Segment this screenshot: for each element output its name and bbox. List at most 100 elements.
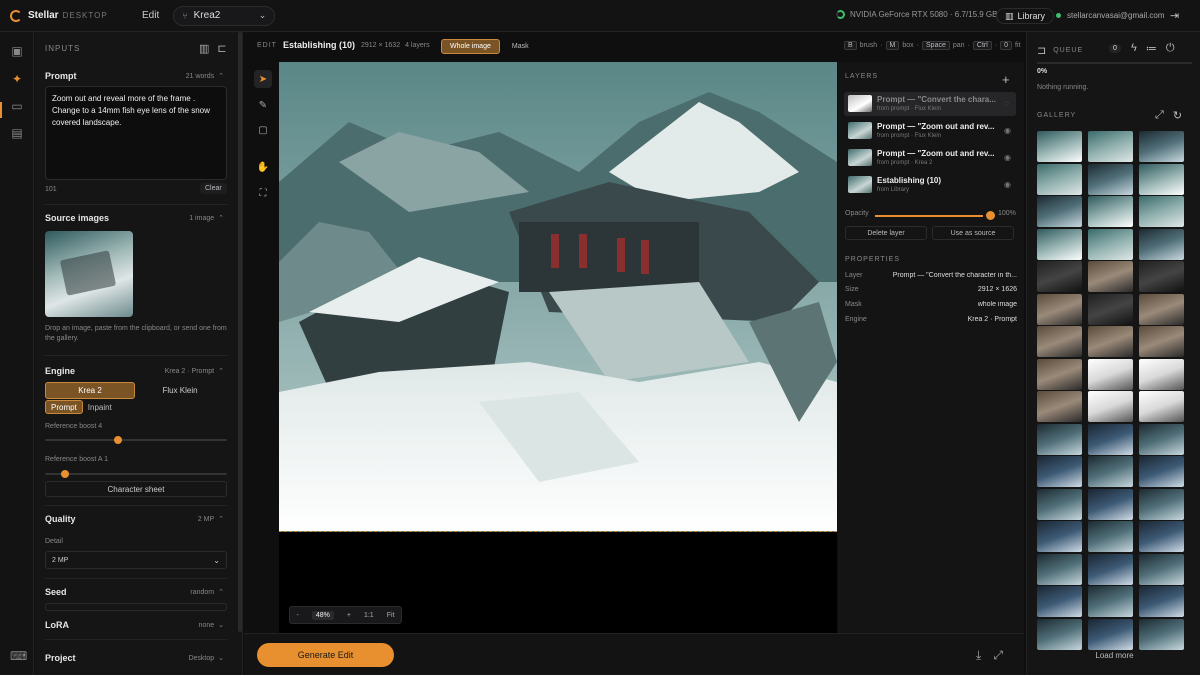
user-account[interactable]: stellarcanvasai@gmail.com: [1056, 11, 1165, 20]
gallery-thumbnail[interactable]: [1088, 131, 1133, 162]
gallery-thumbnail[interactable]: [1088, 391, 1133, 422]
opacity-slider[interactable]: [875, 215, 983, 217]
edit-image[interactable]: [279, 62, 837, 532]
gallery-thumbnail[interactable]: [1139, 326, 1184, 357]
pointer-tool-icon[interactable]: ➤: [254, 70, 272, 88]
fit-screen-icon[interactable]: ⛶: [254, 184, 272, 202]
engine-option-krea2[interactable]: Krea 2: [45, 382, 135, 399]
tab-inpaint[interactable]: Inpaint: [83, 400, 117, 414]
gallery-thumbnail[interactable]: [1037, 456, 1082, 487]
source-image-thumbnail[interactable]: [45, 231, 133, 317]
zoom-actual-button[interactable]: 1:1: [364, 612, 374, 619]
eye-off-icon[interactable]: ◌: [1004, 99, 1009, 108]
gallery-thumbnail[interactable]: [1037, 586, 1082, 617]
gallery-thumbnail[interactable]: [1037, 326, 1082, 357]
prompt-word-count[interactable]: 21 words ⌃: [186, 72, 224, 80]
library-button[interactable]: ▥ Library: [996, 8, 1055, 24]
layer-item[interactable]: Prompt — "Zoom out and rev... from promp…: [844, 146, 1016, 170]
gallery-thumbnail[interactable]: [1088, 553, 1133, 585]
gallery-thumbnail[interactable]: [1088, 326, 1133, 357]
gallery-thumbnail[interactable]: [1088, 521, 1133, 552]
keyboard-icon[interactable]: ⌨: [10, 649, 27, 663]
queue-list-icon[interactable]: ≔: [1146, 42, 1157, 55]
lora-meta[interactable]: none ⌄: [199, 621, 224, 629]
gallery-thumbnail[interactable]: [1037, 521, 1082, 552]
box-tool-icon[interactable]: ▢: [254, 121, 272, 139]
eye-icon[interactable]: ◉: [1004, 180, 1011, 189]
collapse-panel-icon[interactable]: ⊏: [217, 42, 226, 55]
engine-option-flux-klein[interactable]: Flux Klein: [135, 382, 225, 399]
gallery-thumbnail[interactable]: [1088, 586, 1133, 617]
gallery-thumbnail[interactable]: [1139, 391, 1184, 422]
gallery-thumbnail[interactable]: [1139, 553, 1184, 585]
menu-edit[interactable]: Edit: [142, 10, 159, 21]
zoom-fit-button[interactable]: Fit: [387, 612, 395, 619]
gallery-thumbnail[interactable]: [1088, 456, 1133, 487]
gallery-thumbnail[interactable]: [1088, 163, 1133, 195]
layer-item[interactable]: Establishing (10) from Library ◉: [844, 173, 1016, 197]
gallery-thumbnail[interactable]: [1037, 488, 1082, 520]
gallery-thumbnail[interactable]: [1088, 423, 1133, 455]
slider-handle[interactable]: [61, 470, 69, 478]
project-meta[interactable]: Desktop ⌄: [188, 654, 224, 662]
source-images-meta[interactable]: 1 image ⌃: [189, 214, 224, 222]
gallery-thumbnail[interactable]: [1139, 163, 1184, 195]
logout-icon[interactable]: ⇥: [1170, 9, 1179, 22]
layer-item[interactable]: Prompt — "Convert the chara... from prom…: [844, 92, 1016, 116]
gallery-thumbnail[interactable]: [1088, 618, 1133, 650]
quality-meta[interactable]: 2 MP ⌃: [198, 515, 224, 523]
gallery-thumbnail[interactable]: [1037, 423, 1082, 455]
seed-input[interactable]: [45, 603, 227, 611]
reference-boost-slider[interactable]: [45, 436, 227, 444]
download-icon[interactable]: ⤓: [976, 648, 981, 663]
zoom-out-button[interactable]: -: [297, 612, 299, 619]
detail-select[interactable]: 2 MP ⌄: [45, 551, 227, 569]
gallery-thumbnail[interactable]: [1088, 488, 1133, 520]
add-layer-icon[interactable]: +: [1002, 72, 1010, 87]
clear-button[interactable]: Clear: [200, 183, 227, 194]
columns-icon[interactable]: ▥: [199, 42, 209, 55]
slider-handle[interactable]: [114, 436, 122, 444]
delete-layer-button[interactable]: Delete layer: [845, 226, 927, 240]
prompt-input[interactable]: Zoom out and reveal more of the frame . …: [45, 86, 227, 180]
gallery-thumbnail[interactable]: [1139, 488, 1184, 520]
opacity-handle[interactable]: [986, 211, 995, 220]
gallery-thumbnail[interactable]: [1088, 358, 1133, 390]
layer-item[interactable]: Prompt — "Zoom out and rev... from promp…: [844, 119, 1016, 143]
expand-icon[interactable]: ⤢: [993, 648, 1003, 663]
panel-toggle-icon[interactable]: ⊐: [1037, 44, 1047, 57]
eye-icon[interactable]: ◉: [1004, 153, 1011, 162]
gallery-thumbnail[interactable]: [1139, 358, 1184, 390]
gallery-thumbnail[interactable]: [1088, 228, 1133, 260]
model-select[interactable]: ⑂ Krea2 ⌄: [173, 5, 276, 26]
gallery-thumbnail[interactable]: [1037, 618, 1082, 650]
gallery-thumbnail[interactable]: [1088, 293, 1133, 325]
lightning-icon[interactable]: ϟ: [1131, 42, 1137, 55]
reference-boost-a-slider[interactable]: [45, 470, 227, 478]
generate-edit-button[interactable]: Generate Edit: [257, 643, 394, 667]
hand-tool-icon[interactable]: ✋: [254, 158, 272, 176]
mask-button[interactable]: Mask: [504, 39, 537, 54]
seed-meta[interactable]: random ⌃: [190, 588, 224, 596]
magic-wand-icon[interactable]: ✦: [10, 72, 24, 86]
gallery-thumbnail[interactable]: [1037, 261, 1082, 292]
gallery-thumbnail[interactable]: [1037, 391, 1082, 422]
gallery-thumbnail[interactable]: [1139, 618, 1184, 650]
image-icon[interactable]: ▣: [10, 44, 24, 58]
load-more-button[interactable]: Load more: [1037, 651, 1192, 660]
gallery-thumbnail[interactable]: [1139, 423, 1184, 455]
brush-tool-icon[interactable]: ✎: [254, 96, 272, 114]
engine-meta[interactable]: Krea 2 · Prompt ⌃: [165, 367, 224, 375]
gallery-thumbnail[interactable]: [1139, 131, 1184, 162]
gallery-thumbnail[interactable]: [1139, 456, 1184, 487]
canvas-stage[interactable]: [279, 62, 837, 633]
gallery-thumbnail[interactable]: [1037, 553, 1082, 585]
gallery-thumbnail[interactable]: [1037, 293, 1082, 325]
gallery-thumbnail[interactable]: [1037, 196, 1082, 227]
whole-image-button[interactable]: Whole image: [441, 39, 500, 54]
inputs-scrollbar[interactable]: [238, 32, 242, 632]
use-as-source-button[interactable]: Use as source: [932, 226, 1014, 240]
expand-icon[interactable]: ⤢: [1155, 109, 1164, 122]
gallery-thumbnail[interactable]: [1037, 131, 1082, 162]
gallery-thumbnail[interactable]: [1139, 261, 1184, 292]
